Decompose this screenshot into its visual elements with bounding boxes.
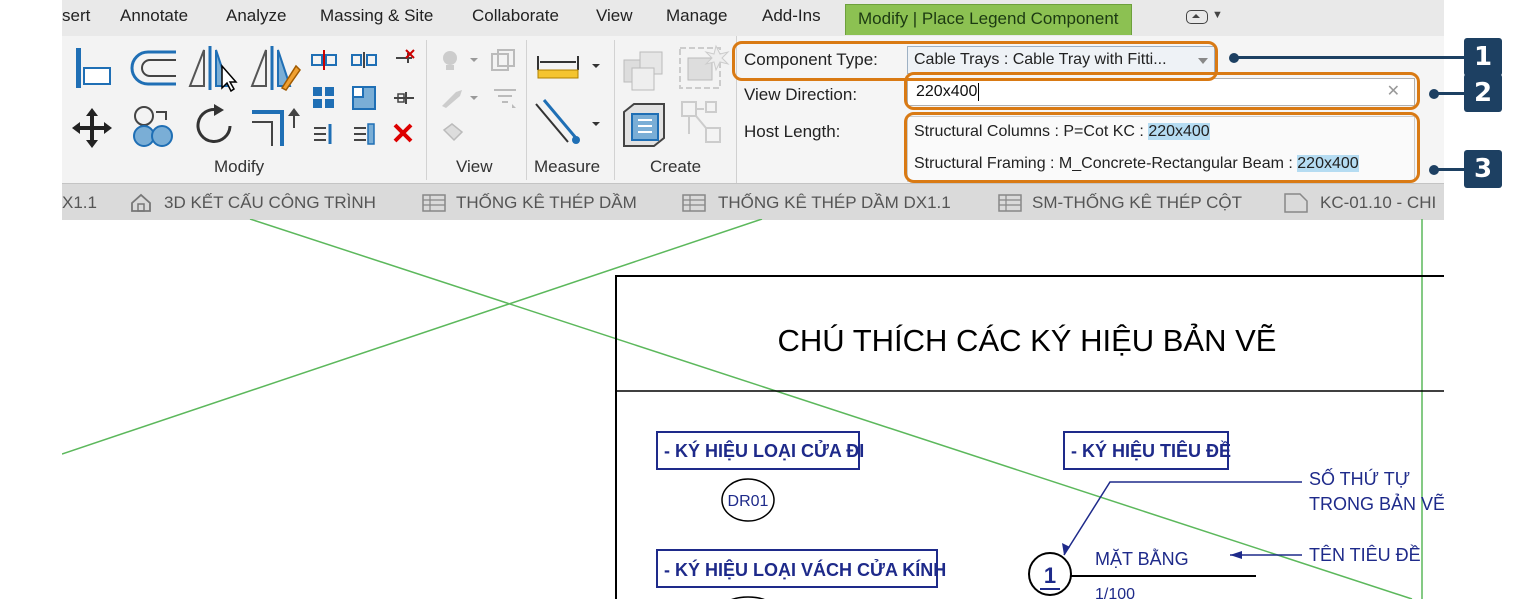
view-tab-label: THỐNG KÊ THÉP DẦM DX1.1 — [718, 193, 951, 212]
create-assembly-icon[interactable] — [622, 46, 668, 92]
ribbon-tab-bar: sert Annotate Analyze Massing & Site Col… — [62, 0, 1444, 36]
sheet-icon — [1284, 193, 1308, 213]
panel-label-view: View — [456, 157, 493, 176]
unpin-icon[interactable] — [392, 48, 416, 70]
revit-window: sert Annotate Analyze Massing & Site Col… — [62, 0, 1444, 599]
chevron-down-icon[interactable]: ▼ — [1212, 9, 1223, 21]
panel-separator — [614, 40, 615, 180]
callout-dot-3 — [1429, 165, 1439, 175]
tab-add-ins[interactable]: Add-Ins — [762, 6, 821, 26]
view-tab-label: SM-THỐNG KÊ THÉP CỘT — [1032, 193, 1243, 212]
view-tab-label: KC-01.10 - CHI — [1320, 193, 1437, 212]
tab-view[interactable]: View — [596, 6, 633, 26]
arrowhead — [1230, 551, 1242, 559]
view-tab-label: THỐNG KÊ THÉP DẦM — [456, 193, 637, 212]
section-number: 1 — [1044, 563, 1056, 588]
trim-extend-icon[interactable] — [248, 102, 302, 150]
trim-extend-multiple-icon[interactable] — [350, 122, 378, 146]
callout-marker-1: 1 — [1464, 38, 1502, 76]
callout-marker-3: 3 — [1464, 150, 1502, 188]
host-length-label: Host Length: — [744, 122, 841, 141]
house-icon — [131, 193, 151, 212]
callout-ring-3 — [904, 112, 1420, 183]
create-group-icon[interactable] — [618, 98, 674, 152]
callout-dot-2 — [1429, 89, 1439, 99]
order-leader — [1063, 481, 1302, 556]
legend-title: CHÚ THÍCH CÁC KÝ HIỆU BẢN VẼ — [778, 323, 1277, 358]
override-graphics-icon[interactable] — [490, 48, 516, 72]
offset-icon[interactable] — [128, 48, 180, 88]
create-parts-icon[interactable] — [676, 42, 732, 92]
view-filter-icon[interactable] — [492, 86, 518, 110]
drawing-canvas[interactable]: CHÚ THÍCH CÁC KÝ HIỆU BẢN VẼ - KÝ HIỆU L… — [62, 219, 1444, 599]
crop-region-line — [62, 219, 763, 455]
panel-label-create: Create — [650, 157, 702, 176]
callout-leader-1 — [1234, 56, 1464, 59]
view-tab-sheet[interactable]: KC-01.10 - CHI — [1320, 193, 1436, 213]
tab-annotate[interactable]: Annotate — [120, 6, 188, 26]
create-similar-icon[interactable] — [678, 98, 734, 152]
view-tab-label: X1.1 — [62, 193, 97, 212]
split-element-icon[interactable] — [310, 50, 338, 70]
array-icon[interactable] — [312, 86, 336, 110]
panel-separator — [526, 40, 527, 180]
linework-icon[interactable] — [440, 86, 484, 110]
scale-icon[interactable] — [352, 86, 378, 112]
ribbon-minimize-icon[interactable] — [1186, 10, 1208, 24]
tab-collaborate[interactable]: Collaborate — [472, 6, 559, 26]
door-heading: - KÝ HIỆU LOẠI CỬA ĐI — [664, 440, 864, 461]
order-note-line1: SỐ THỨ TỰ — [1309, 468, 1410, 489]
view-tab-schedule[interactable]: SM-THỐNG KÊ THÉP CỘT — [1032, 193, 1242, 213]
view-tab-schedule[interactable]: THỐNG KÊ THÉP DẦM DX1.1 — [718, 193, 951, 213]
pin-icon[interactable] — [392, 88, 416, 108]
view-tab-bar: X1.1 3D KẾT CẤU CÔNG TRÌNH THỐNG KÊ THÉP… — [62, 183, 1444, 220]
measure-along-element-icon[interactable] — [532, 98, 606, 152]
copy-icon[interactable] — [130, 102, 178, 150]
tab-modify-place-legend-component[interactable]: Modify | Place Legend Component — [845, 4, 1132, 35]
schedule-icon — [998, 194, 1022, 212]
view-tab-label: 3D KẾT CẤU CÔNG TRÌNH — [164, 193, 376, 212]
plan-name: MẶT BẰNG — [1095, 548, 1189, 569]
move-icon[interactable] — [70, 106, 114, 150]
schedule-icon — [682, 194, 706, 212]
callout-ring-2 — [904, 72, 1420, 110]
door-tag: DR01 — [728, 493, 769, 510]
measure-between-two-references-icon[interactable] — [536, 52, 606, 82]
tab-analyze[interactable]: Analyze — [226, 6, 286, 26]
hide-element-icon[interactable] — [440, 48, 484, 72]
title-heading: - KÝ HIỆU TIÊU ĐỀ — [1071, 440, 1231, 461]
mirror-draw-axis-icon[interactable] — [248, 44, 302, 92]
trim-extend-single-icon[interactable] — [312, 122, 338, 146]
callout-marker-2: 2 — [1464, 74, 1502, 112]
view-tab-3d[interactable]: 3D KẾT CẤU CÔNG TRÌNH — [164, 193, 376, 213]
split-with-gap-icon[interactable] — [350, 50, 378, 70]
paint-icon[interactable] — [440, 122, 466, 146]
plan-scale: 1/100 — [1095, 586, 1135, 599]
panel-separator — [426, 40, 427, 180]
tab-insert[interactable]: sert — [62, 6, 90, 26]
glass-heading: - KÝ HIỆU LOẠI VÁCH CỬA KÍNH — [664, 559, 946, 580]
panel-label-measure: Measure — [534, 157, 601, 176]
schedule-icon — [422, 194, 446, 212]
tab-massing-site[interactable]: Massing & Site — [320, 6, 433, 26]
mirror-pick-axis-icon[interactable] — [186, 44, 240, 92]
view-direction-label: View Direction: — [744, 85, 858, 104]
tab-manage[interactable]: Manage — [666, 6, 727, 26]
delete-icon[interactable] — [392, 122, 414, 144]
align-icon[interactable] — [72, 46, 114, 90]
rotate-icon[interactable] — [190, 102, 238, 150]
callout-dot-1 — [1229, 53, 1239, 63]
view-tab-schedule[interactable]: THỐNG KÊ THÉP DẦM — [456, 193, 637, 213]
panel-label-modify: Modify — [214, 157, 265, 176]
order-note-line2: TRONG BẢN VẼ — [1309, 493, 1444, 514]
title-note: TÊN TIÊU ĐỀ — [1309, 544, 1421, 565]
view-tab[interactable]: X1.1 — [62, 193, 97, 213]
